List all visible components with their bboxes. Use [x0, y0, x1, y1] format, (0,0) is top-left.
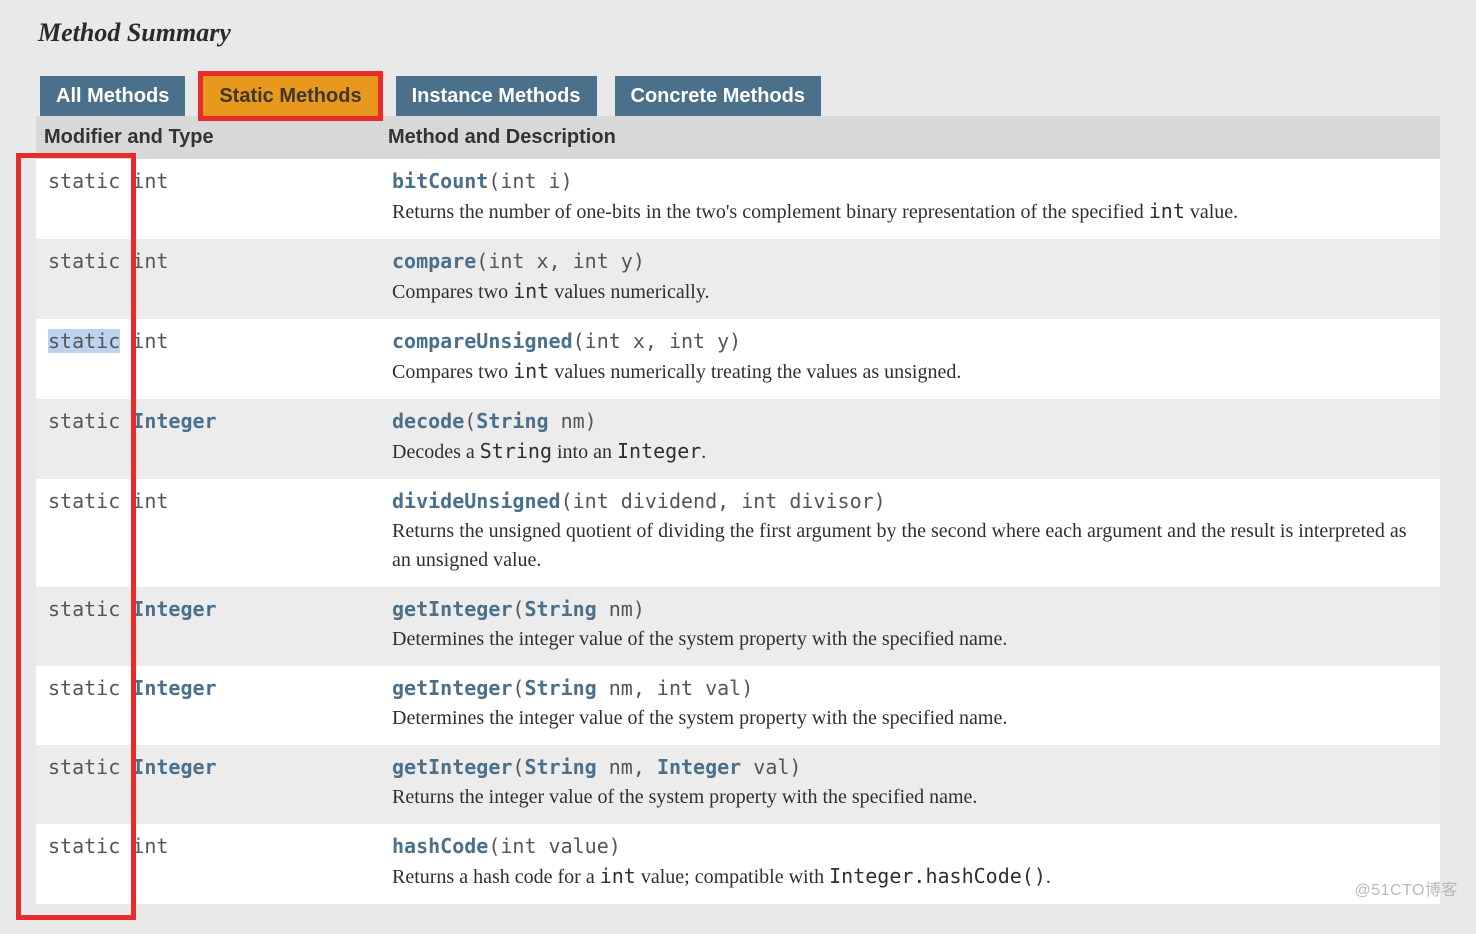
col-header-method: Method and Description — [380, 116, 1440, 159]
modifier-and-type: static Integer — [36, 399, 380, 479]
keyword-static: static — [48, 329, 120, 353]
method-params: (int x, int y) — [573, 329, 742, 353]
table-row: static int hashCode(int value) Returns a h… — [36, 824, 1440, 904]
return-type: int — [132, 169, 168, 193]
method-signature: getInteger(String nm, int val) — [392, 676, 1428, 700]
method-params: (int value) — [488, 834, 620, 858]
method-and-description: bitCount(int i) Returns the number of one… — [380, 159, 1440, 239]
modifier-and-type: static Integer — [36, 745, 380, 824]
keyword-static: static — [48, 834, 120, 858]
keyword-static: static — [48, 676, 120, 700]
method-description: Compares two int values numerically. — [392, 277, 1428, 307]
keyword-static: static — [48, 409, 120, 433]
method-params: (String nm, int val) — [512, 676, 753, 700]
method-description: Returns the integer value of the system … — [392, 783, 1428, 812]
method-params: (int dividend, int divisor) — [561, 489, 886, 513]
method-name-link[interactable]: decode — [392, 409, 464, 433]
method-name-link[interactable]: getInteger — [392, 755, 512, 779]
method-params: (String nm, Integer val) — [512, 755, 801, 779]
keyword-static: static — [48, 169, 120, 193]
table-row: static int divideUnsigned(int dividend, i… — [36, 479, 1440, 587]
method-description: Determines the integer value of the syst… — [392, 704, 1428, 733]
method-name-link[interactable]: hashCode — [392, 834, 488, 858]
return-type-link[interactable]: Integer — [132, 409, 216, 433]
tab-instance-methods[interactable]: Instance Methods — [396, 76, 597, 116]
method-description: Determines the integer value of the syst… — [392, 625, 1428, 654]
method-params: (String nm) — [464, 409, 596, 433]
tab-static-methods[interactable]: Static Methods — [203, 76, 377, 116]
table-row: static Integer decode(String nm) Decodes a… — [36, 399, 1440, 479]
javadoc-method-summary: Method Summary All Methods Static Methods… — [0, 0, 1476, 934]
method-params: (String nm) — [512, 597, 644, 621]
method-name-link[interactable]: divideUnsigned — [392, 489, 561, 513]
method-name-link[interactable]: getInteger — [392, 676, 512, 700]
section-title: Method Summary — [38, 18, 1440, 48]
method-signature: decode(String nm) — [392, 409, 1428, 433]
method-signature: divideUnsigned(int dividend, int divisor… — [392, 489, 1428, 513]
keyword-static: static — [48, 489, 120, 513]
method-and-description: hashCode(int value) Returns a hash code f… — [380, 824, 1440, 904]
method-summary-table: Modifier and Type Method and Description… — [36, 116, 1440, 904]
table-row: static int bitCount(int i) Returns the num… — [36, 159, 1440, 239]
method-signature: getInteger(String nm) — [392, 597, 1428, 621]
method-description: Returns the number of one-bits in the tw… — [392, 197, 1428, 227]
method-and-description: getInteger(String nm, Integer val) Return… — [380, 745, 1440, 824]
modifier-and-type: static int — [36, 319, 380, 399]
modifier-and-type: static int — [36, 824, 380, 904]
method-filter-tabs: All Methods Static Methods Instance Method… — [40, 76, 1440, 116]
method-name-link[interactable]: bitCount — [392, 169, 488, 193]
method-and-description: getInteger(String nm) Determines the inte… — [380, 587, 1440, 666]
keyword-static: static — [48, 597, 120, 621]
keyword-static: static — [48, 249, 120, 273]
method-signature: compareUnsigned(int x, int y) — [392, 329, 1428, 353]
return-type-link[interactable]: Integer — [132, 755, 216, 779]
method-description: Returns a hash code for a int value; com… — [392, 862, 1428, 892]
table-row: static int compare(int x, int y) Compares … — [36, 239, 1440, 319]
modifier-and-type: static Integer — [36, 587, 380, 666]
method-signature: bitCount(int i) — [392, 169, 1428, 193]
keyword-static: static — [48, 755, 120, 779]
return-type-link[interactable]: Integer — [132, 676, 216, 700]
method-signature: compare(int x, int y) — [392, 249, 1428, 273]
return-type: int — [132, 489, 168, 513]
table-row: static IntegergetInteger(String nm, int … — [36, 666, 1440, 745]
method-and-description: compareUnsigned(int x, int y) Compares tw… — [380, 319, 1440, 399]
method-name-link[interactable]: compareUnsigned — [392, 329, 573, 353]
table-row: static Integer getInteger(String nm) Deter… — [36, 587, 1440, 666]
return-type: int — [132, 329, 168, 353]
method-params: (int i) — [488, 169, 572, 193]
method-and-description: getInteger(String nm, int val) Determines… — [380, 666, 1440, 745]
method-name-link[interactable]: getInteger — [392, 597, 512, 621]
method-signature: getInteger(String nm, Integer val) — [392, 755, 1428, 779]
method-name-link[interactable]: compare — [392, 249, 476, 273]
watermark: @51CTO博客 — [1354, 876, 1458, 900]
method-and-description: divideUnsigned(int dividend, int divisor… — [380, 479, 1440, 587]
method-params: (int x, int y) — [476, 249, 645, 273]
method-description: Returns the unsigned quotient of dividin… — [392, 517, 1428, 575]
method-description: Decodes a String into an Integer. — [392, 437, 1428, 467]
return-type: int — [132, 249, 168, 273]
method-and-description: compare(int x, int y) Compares two int va… — [380, 239, 1440, 319]
table-row: static IntegergetInteger(String nm, Inte… — [36, 745, 1440, 824]
tab-concrete-methods[interactable]: Concrete Methods — [615, 76, 821, 116]
method-description: Compares two int values numerically trea… — [392, 357, 1428, 387]
return-type-link[interactable]: Integer — [132, 597, 216, 621]
modifier-and-type: static Integer — [36, 666, 380, 745]
table-row: static int compareUnsigned(int x, int y) C… — [36, 319, 1440, 399]
method-signature: hashCode(int value) — [392, 834, 1428, 858]
modifier-and-type: static int — [36, 159, 380, 239]
modifier-and-type: static int — [36, 239, 380, 319]
return-type: int — [132, 834, 168, 858]
method-and-description: decode(String nm) Decodes a String into a… — [380, 399, 1440, 479]
col-header-modifier: Modifier and Type — [36, 116, 380, 159]
modifier-and-type: static int — [36, 479, 380, 587]
tab-all-methods[interactable]: All Methods — [40, 76, 185, 116]
